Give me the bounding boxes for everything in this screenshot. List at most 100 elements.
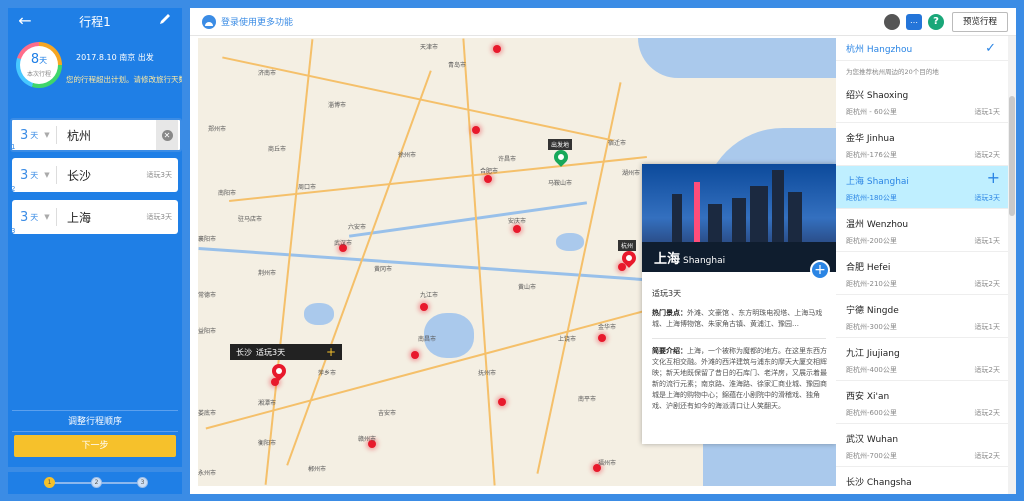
map-label: 南阳市 [218, 190, 237, 197]
popup-intro: 简要介绍：上海，一个被称为魔都的地方。在这里东西方文化互相交融。外滩的西洋建筑与… [652, 346, 830, 436]
map-label: 吉安市 [378, 410, 397, 417]
adjust-order-button[interactable]: 调整行程顺序 [12, 410, 178, 432]
tooltip-city: 长沙 [236, 347, 252, 357]
city-marker[interactable] [420, 303, 428, 311]
itinerary-city-2[interactable]: 3 天 ▼ 长沙 适玩3天 2 [11, 158, 178, 193]
map-label: 益阳市 [198, 328, 217, 335]
city-photo: 上海 Shanghai [642, 164, 836, 272]
step-3[interactable]: 3 [137, 477, 148, 488]
city-marker[interactable] [472, 126, 480, 134]
map-label: 上饶市 [558, 336, 577, 343]
destination-item[interactable]: 绍兴 Shaoxing 距杭州 - 60公里 适玩1天 [836, 80, 1008, 123]
selected-city[interactable]: 杭州 Hangzhou ✓ [836, 36, 1008, 61]
city-marker[interactable] [411, 351, 419, 359]
city-marker[interactable] [493, 45, 501, 53]
help-icon[interactable]: ? [928, 14, 944, 30]
destination-distance: 距杭州-300公里 [846, 323, 897, 331]
step-1[interactable]: 1 [44, 477, 55, 488]
destination-distance: 距杭州-200公里 [846, 237, 897, 245]
intro-label: 简要介绍： [652, 347, 687, 355]
destination-distance: 距杭州-400公里 [846, 366, 897, 374]
destination-name: 绍兴 Shaoxing [846, 91, 909, 101]
city-marker[interactable] [498, 398, 506, 406]
destination-item[interactable]: 宁德 Ningde 距杭州-300公里 适玩1天 [836, 295, 1008, 338]
days-selector[interactable]: 3 天 ▼ [12, 210, 56, 225]
itinerary-city-3[interactable]: 3 天 ▼ 上海 适玩3天 3 [11, 200, 178, 235]
start-flag: 出发地 [548, 139, 573, 150]
city-detail-card: 上海 Shanghai + 适玩3天 热门景点：外滩、文豪馆 、东方明珠电视塔、上… [642, 164, 836, 444]
remove-city-button[interactable]: ✕ [156, 120, 178, 150]
map-label: 郑州市 [208, 126, 227, 133]
map-label: 金华市 [598, 324, 617, 331]
destination-item[interactable]: 金华 Jinhua 距杭州-176公里 适玩2天 [836, 123, 1008, 166]
itinerary-city-1[interactable]: 3 天 ▼ 杭州 ✕ 1 [10, 118, 182, 152]
scrollbar-thumb[interactable] [1009, 96, 1015, 216]
days-value: 3 [20, 167, 29, 183]
destination-list: 杭州 Hangzhou ✓ 为您推荐杭州周边的20个目的地 绍兴 Shaoxin… [836, 36, 1016, 494]
popup-hot-spots: 热门景点：外滩、文豪馆 、东方明珠电视塔、上海马戏城、上海博物馆、朱家角古镇、黄… [652, 308, 830, 332]
map-label: 郴州市 [308, 466, 327, 473]
trip-planner-app: ← 行程1 8天 本次行程 2017.8.10 南京 出发 您的行程超出计划。请… [0, 0, 1024, 501]
days-selector[interactable]: 3 天 ▼ [12, 168, 56, 183]
map-label: 驻马店市 [238, 216, 263, 223]
destination-item[interactable]: 上海 Shanghai 距杭州-180公里 适玩3天 + [836, 166, 1008, 209]
changsha-tooltip[interactable]: 长沙 适玩3天 + [230, 344, 342, 360]
map-label: 商丘市 [268, 146, 287, 153]
play-days-note: 适玩3天 [146, 213, 172, 221]
map-label: 抚州市 [478, 370, 497, 377]
destination-name: 武汉 Wuhan [846, 435, 899, 445]
map-label: 娄底市 [198, 410, 217, 417]
destination-days: 适玩1天 [974, 237, 1000, 245]
destination-days: 适玩3天 [974, 194, 1000, 202]
top-bar: 登录使用更多功能 … ? 预览行程 [190, 8, 1016, 36]
destination-distance: 距杭州-176公里 [846, 151, 897, 159]
owl-icon[interactable] [884, 14, 900, 30]
destination-days: 适玩2天 [974, 151, 1000, 159]
destination-item[interactable]: 九江 Jiujiang 距杭州-400公里 适玩2天 [836, 338, 1008, 381]
days-unit: 天 [30, 212, 39, 222]
user-icon[interactable] [202, 15, 216, 29]
step-2[interactable]: 2 [91, 477, 102, 488]
chevron-down-icon: ▼ [44, 131, 50, 139]
days-selector[interactable]: 3 天 ▼ [12, 128, 56, 143]
destination-name: 九江 Jiujiang [846, 349, 900, 359]
main-panel: 登录使用更多功能 … ? 预览行程 天津市 青岛市 济南市 淄博市 郑州市 商丘… [190, 8, 1016, 494]
back-arrow-icon[interactable]: ← [16, 12, 34, 30]
days-value: 3 [20, 209, 29, 225]
add-destination-button[interactable]: + [987, 168, 1000, 187]
map-label: 济南市 [258, 70, 277, 77]
add-city-button[interactable]: + [810, 260, 830, 280]
spots-label: 热门景点： [652, 309, 687, 317]
chevron-down-icon: ▼ [44, 213, 50, 221]
list-scrollbar[interactable] [1008, 36, 1016, 494]
destination-days: 适玩1天 [974, 323, 1000, 331]
next-step-button[interactable]: 下一步 [14, 435, 176, 457]
destination-item[interactable]: 温州 Wenzhou 距杭州-200公里 适玩1天 [836, 209, 1008, 252]
destination-item[interactable]: 合肥 Hefei 距杭州-210公里 适玩2天 [836, 252, 1008, 295]
city-marker[interactable] [598, 334, 606, 342]
login-link[interactable]: 登录使用更多功能 [221, 15, 293, 28]
ring-days-value: 8 [30, 51, 40, 67]
destination-name: 长沙 Changsha [846, 478, 912, 488]
map-label: 襄阳市 [198, 236, 217, 243]
destination-distance: 距杭州-180公里 [846, 194, 897, 202]
trip-warning: 您的行程超出计划。请修改旅行天数 [66, 75, 182, 84]
city-marker[interactable] [513, 225, 521, 233]
add-city-button[interactable]: + [326, 345, 336, 359]
destination-days: 适玩2天 [974, 452, 1000, 460]
city-index: 1 [11, 143, 16, 151]
destination-item[interactable]: 长沙 Changsha [836, 467, 1008, 494]
map-label: 赣州市 [358, 436, 377, 443]
ring-days-unit: 天 [39, 55, 48, 65]
map-label: 南平市 [578, 396, 597, 403]
destination-name: 西安 Xi'an [846, 392, 890, 402]
intro-text: 上海，一个被称为魔都的地方。在这里东西方文化互相交融。外滩的西洋建筑与浦东的摩天… [652, 347, 827, 410]
chevron-down-icon: ▼ [44, 171, 50, 179]
chat-icon[interactable]: … [906, 14, 922, 30]
pencil-icon[interactable] [158, 12, 174, 30]
city-marker[interactable] [484, 175, 492, 183]
destination-item[interactable]: 西安 Xi'an 距杭州-600公里 适玩2天 [836, 381, 1008, 424]
trip-sidebar: ← 行程1 8天 本次行程 2017.8.10 南京 出发 您的行程超出计划。请… [8, 8, 182, 467]
preview-trip-button[interactable]: 预览行程 [952, 12, 1008, 32]
destination-item[interactable]: 武汉 Wuhan 距杭州-700公里 适玩2天 [836, 424, 1008, 467]
